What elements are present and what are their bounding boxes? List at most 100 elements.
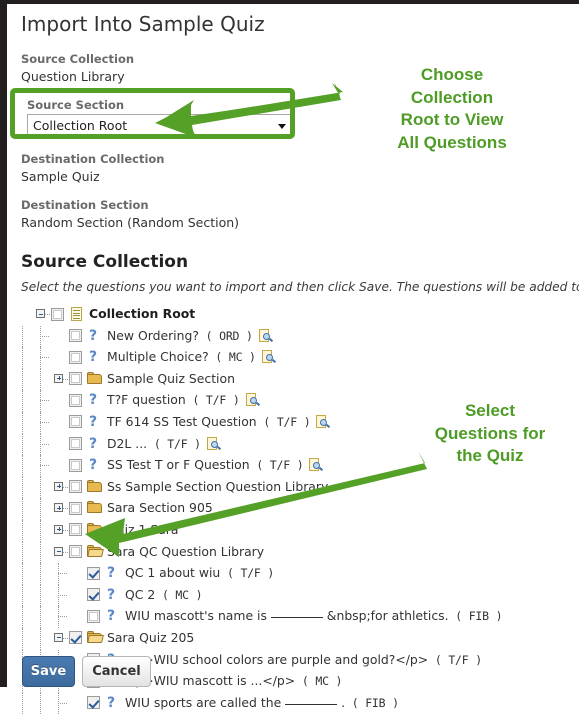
tree-row[interactable]: ? WIU sports are called the . ( FIB ) (14, 692, 579, 714)
tree-row-label: <p>WIU mascott is ...</p> ( MC ) (125, 673, 343, 689)
check-icon (87, 567, 100, 579)
tree-row-label: WIU sports are called the . ( FIB ) (125, 694, 399, 710)
annotation-select-questions: Select Questions for the Quiz (434, 401, 546, 465)
cancel-button[interactable]: Cancel (82, 656, 151, 687)
question-type-tag: ( MC ) (295, 674, 343, 689)
preview-question-icon[interactable] (309, 458, 325, 472)
tree-row[interactable]: Ss Sample Section Question Library (14, 476, 579, 499)
preview-question-icon[interactable] (207, 436, 223, 451)
expand-icon[interactable] (54, 373, 63, 383)
tree-row-checkbox[interactable] (69, 631, 82, 645)
checkbox-inner (71, 352, 80, 362)
tree-guide-line (22, 476, 23, 499)
checkbox-inner (71, 460, 80, 470)
tree-row-checkbox[interactable] (69, 372, 82, 386)
tree-row-checkbox[interactable] (87, 588, 100, 602)
tree-row[interactable]: Collection Root (14, 304, 579, 326)
tree-elbow-line (40, 465, 49, 467)
tree-elbow-line (63, 637, 68, 639)
tree-row[interactable]: ? QC 2 ( MC ) (14, 584, 579, 607)
tree-row-checkbox[interactable] (69, 523, 82, 537)
tree-row-checkbox[interactable] (69, 350, 82, 364)
question-type-tag: ( ORD ) (198, 328, 253, 343)
tree-row-checkbox[interactable] (87, 609, 100, 623)
tree-row-checkbox[interactable] (69, 545, 82, 559)
tree-guide-line (40, 519, 41, 542)
tree-elbow-line (58, 573, 67, 575)
question-type-tag: ( FIB ) (345, 695, 399, 710)
preview-question-icon[interactable] (246, 393, 262, 407)
checkbox-inner (71, 439, 80, 449)
tree-row[interactable]: Sara QC Question Library (14, 541, 579, 564)
destination-section-value: Random Section (Random Section) (21, 215, 240, 230)
tree-row-label: SS Test T or F Question ( T/F ) (107, 457, 304, 473)
folder-open-icon (87, 544, 104, 559)
collapse-icon[interactable] (36, 309, 45, 318)
preview-question-icon[interactable] (316, 414, 332, 429)
tree-row-label: D2L ... ( T/F ) (107, 435, 201, 451)
tree-row-checkbox[interactable] (69, 415, 82, 429)
expand-icon[interactable] (54, 524, 63, 534)
checkbox-inner (71, 525, 80, 535)
tree-guide-line (40, 541, 41, 564)
tree-row-checkbox[interactable] (87, 696, 100, 710)
question-type-tag: ( T/F ) (147, 436, 201, 451)
annotation-choose-collection-root: Choose Collection Root to View All Quest… (397, 65, 507, 152)
preview-question-icon[interactable] (262, 350, 278, 364)
tree-row-label: Sara Section 905 (107, 500, 213, 516)
tree-row-checkbox[interactable] (69, 393, 82, 407)
save-button[interactable]: Save (22, 656, 75, 687)
tree-row-checkbox[interactable] (69, 329, 82, 343)
tree-row[interactable]: Sara Quiz 205 (14, 627, 579, 650)
tree-guide-line (22, 390, 23, 412)
preview-question-icon[interactable] (259, 328, 275, 343)
tree-guide-line (22, 433, 23, 456)
question-icon: ? (106, 694, 116, 711)
tree-row[interactable]: ? New Ordering? ( ORD ) (14, 325, 579, 348)
tree-elbow-line (63, 529, 68, 531)
tree-row-checkbox[interactable] (87, 566, 100, 580)
tree-elbow-line (63, 551, 68, 553)
collapse-icon[interactable] (54, 632, 63, 642)
question-type-tag: ( T/F ) (256, 414, 311, 429)
tree-row[interactable]: Sample Quiz Section (14, 368, 579, 391)
tree-row-label: New Ordering? ( ORD ) (107, 327, 253, 343)
tree-elbow-line (63, 486, 68, 488)
tree-guide-line (40, 476, 41, 499)
question-type-tag: ( FIB ) (448, 609, 503, 624)
tree-elbow-line (63, 508, 68, 510)
tree-elbow-line (45, 314, 50, 315)
tree-row-checkbox[interactable] (51, 307, 64, 321)
question-icon: ? (88, 413, 98, 430)
tree-row-label: QC 2 ( MC ) (125, 586, 203, 602)
page-title: Import Into Sample Quiz (21, 12, 265, 36)
tree-row[interactable]: Sara Section 905 (14, 498, 579, 520)
tree-row-checkbox[interactable] (69, 480, 82, 494)
question-icon: ? (88, 392, 98, 409)
tree-row[interactable]: ? Multiple Choice? ( MC ) (14, 347, 579, 369)
expand-icon[interactable] (54, 481, 63, 491)
tree-guide-line (40, 692, 41, 714)
tree-row[interactable]: ? QC 1 about wiu ( T/F ) (14, 563, 579, 585)
question-icon: ? (106, 608, 116, 625)
tree-row-label: Ss Sample Section Question Library (107, 478, 329, 494)
tree-row[interactable]: ? WIU mascott's name is &nbsp;for athleti… (14, 606, 579, 628)
tree-row-label: TF 614 SS Test Question ( T/F ) (107, 413, 311, 429)
question-type-tag: ( T/F ) (185, 393, 240, 408)
tree-guide-line (22, 368, 23, 391)
collapse-icon[interactable] (54, 546, 63, 556)
question-type-tag: ( T/F ) (249, 458, 304, 473)
destination-collection-label: Destination Collection (21, 152, 165, 166)
expand-icon[interactable] (54, 503, 63, 513)
tree-row-checkbox[interactable] (69, 458, 82, 472)
tree-row[interactable]: Quiz 1 Sara (14, 519, 579, 542)
tree-row-checkbox[interactable] (69, 501, 82, 515)
document-icon (69, 307, 85, 321)
folder-open-icon (87, 630, 104, 645)
checkbox-inner (71, 547, 80, 557)
tree-guide-line (22, 411, 23, 434)
question-icon: ? (88, 349, 98, 366)
question-type-tag: ( T/F ) (428, 652, 482, 667)
tree-row-checkbox[interactable] (69, 437, 82, 451)
source-collection-label: Source Collection (21, 52, 135, 66)
